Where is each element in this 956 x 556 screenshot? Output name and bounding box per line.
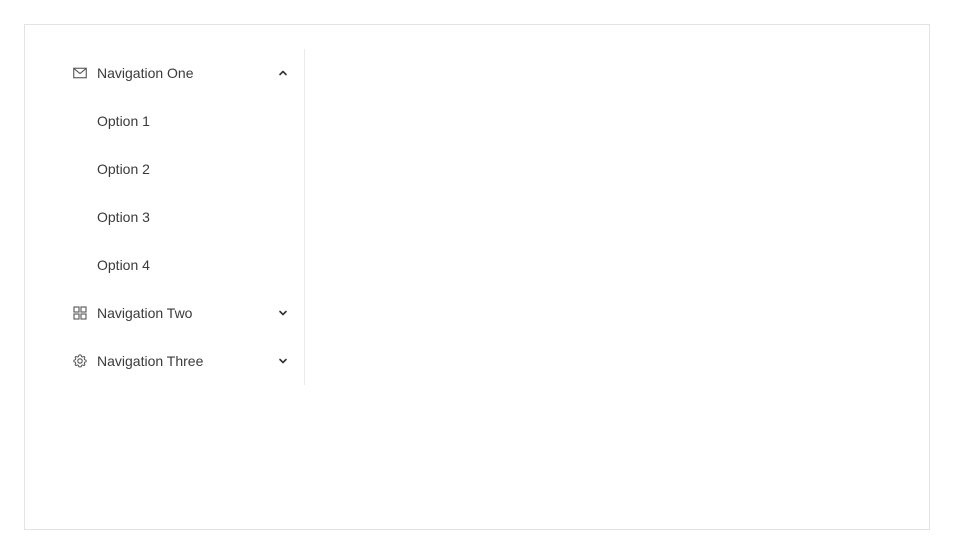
content-frame: Navigation One Option 1 Option 2 Option … (24, 24, 930, 530)
menu-item-option-4[interactable]: Option 4 (49, 241, 304, 289)
menu-item-option-3-label: Option 3 (97, 209, 150, 225)
mail-icon (73, 67, 87, 79)
submenu-navigation-one[interactable]: Navigation One (49, 49, 304, 97)
appstore-icon (73, 306, 87, 320)
menu-item-option-1[interactable]: Option 1 (49, 97, 304, 145)
setting-icon (73, 354, 87, 368)
menu-item-option-2-label: Option 2 (97, 161, 150, 177)
sidebar-menu: Navigation One Option 1 Option 2 Option … (49, 49, 305, 385)
menu-item-option-4-label: Option 4 (97, 257, 150, 273)
submenu-navigation-one-label: Navigation One (97, 65, 194, 81)
chevron-down-icon (279, 358, 287, 364)
submenu-navigation-two[interactable]: Navigation Two (49, 289, 304, 337)
chevron-up-icon (279, 70, 287, 76)
chevron-down-icon (279, 310, 287, 316)
menu-item-option-1-label: Option 1 (97, 113, 150, 129)
menu-item-option-3[interactable]: Option 3 (49, 193, 304, 241)
submenu-navigation-two-label: Navigation Two (97, 305, 193, 321)
submenu-navigation-three[interactable]: Navigation Three (49, 337, 304, 385)
menu-item-option-2[interactable]: Option 2 (49, 145, 304, 193)
submenu-navigation-three-label: Navigation Three (97, 353, 204, 369)
